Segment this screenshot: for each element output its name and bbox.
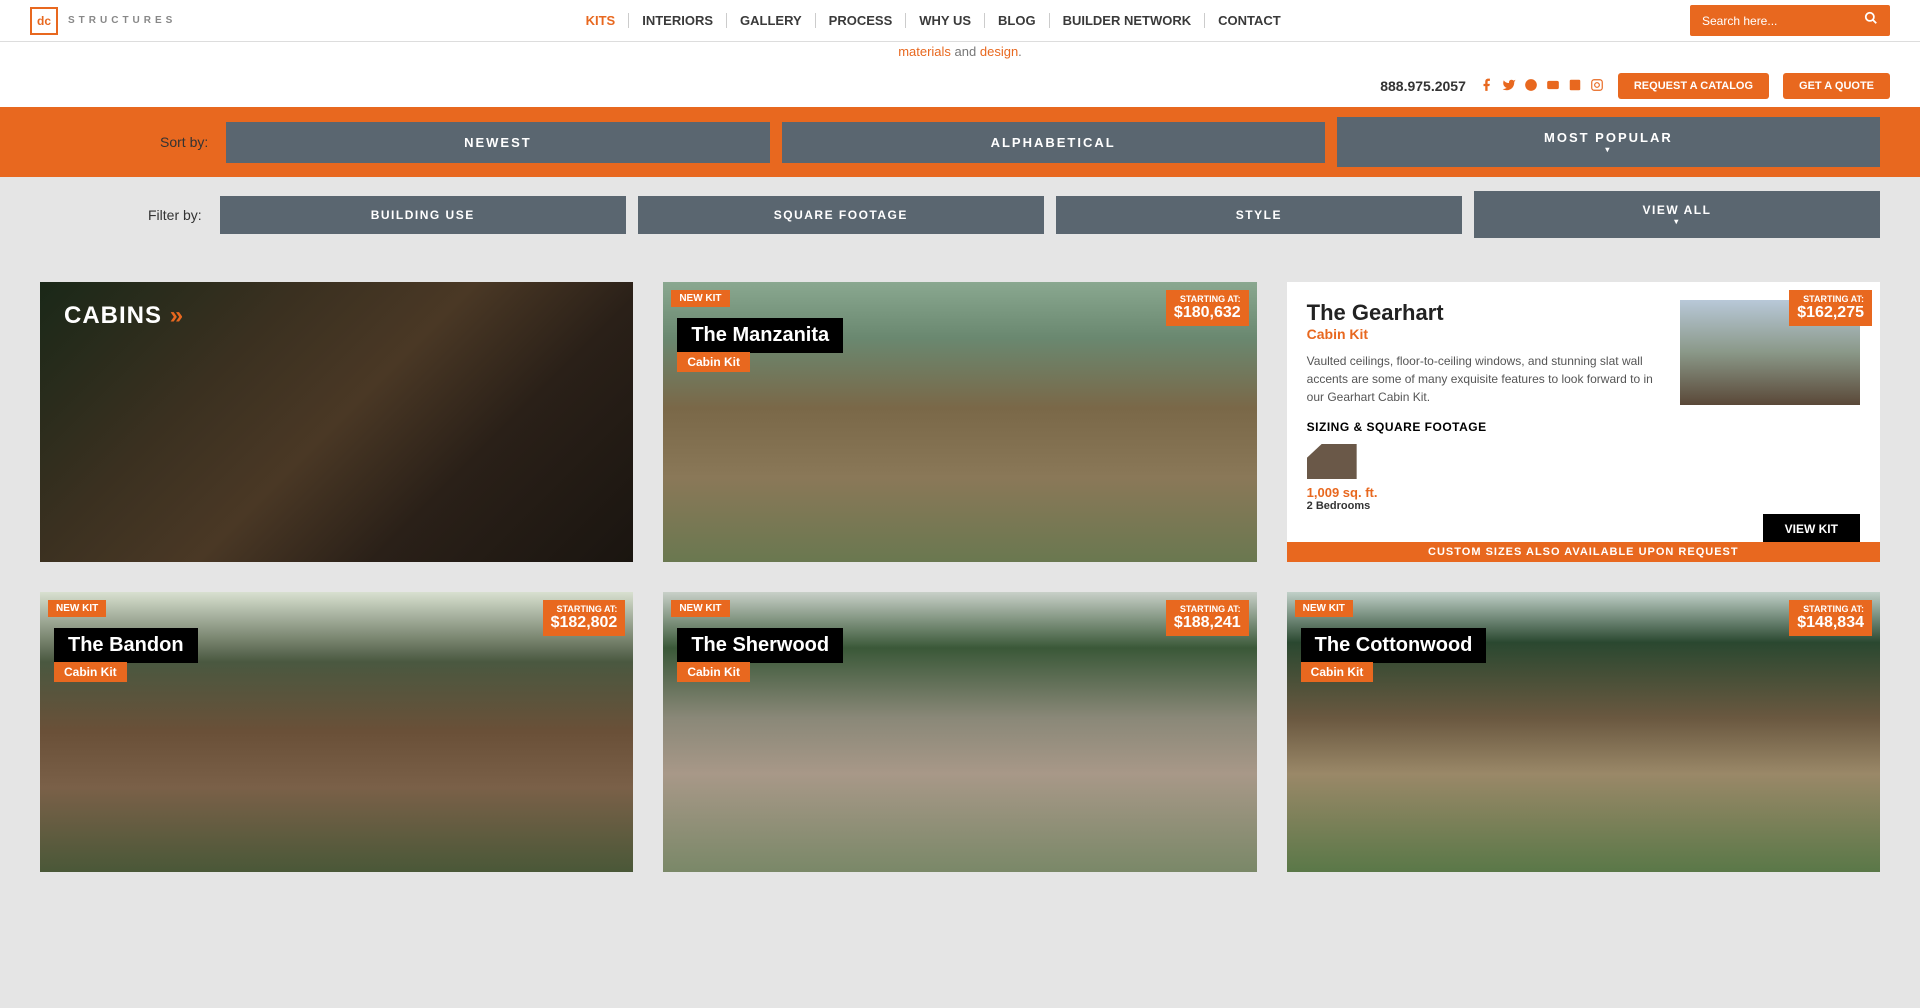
chevron-down-icon: ▾ xyxy=(1337,145,1880,154)
main-nav: KITS INTERIORS GALLERY PROCESS WHY US BL… xyxy=(573,13,1294,28)
price-badge: STARTING AT: $188,241 xyxy=(1166,600,1249,636)
price-badge: STARTING AT: $182,802 xyxy=(543,600,626,636)
youtube-icon[interactable] xyxy=(1546,78,1560,95)
nav-blog[interactable]: BLOG xyxy=(985,13,1050,28)
filter-style[interactable]: STYLE xyxy=(1056,196,1462,234)
kit-detail-gearhart: STARTING AT: $162,275 The Gearhart Cabin… xyxy=(1287,282,1880,562)
header-top: dc STRUCTURES KITS INTERIORS GALLERY PRO… xyxy=(0,0,1920,42)
search-box[interactable] xyxy=(1690,5,1890,36)
linkedin-icon[interactable] xyxy=(1568,78,1582,95)
kit-card-cottonwood[interactable]: NEW KIT STARTING AT: $148,834 The Cotton… xyxy=(1287,592,1880,872)
view-kit-button[interactable]: VIEW KIT xyxy=(1763,514,1860,544)
nav-gallery[interactable]: GALLERY xyxy=(727,13,816,28)
category-card-cabins[interactable]: CABINS » xyxy=(40,282,633,562)
detail-footer-note: CUSTOM SIZES ALSO AVAILABLE UPON REQUEST xyxy=(1287,542,1880,562)
search-input[interactable] xyxy=(1702,14,1864,28)
kit-subtitle: Cabin Kit xyxy=(1301,662,1374,682)
cabin-shape-icon xyxy=(1307,444,1357,479)
new-kit-badge: NEW KIT xyxy=(48,600,106,617)
nav-builder-network[interactable]: BUILDER NETWORK xyxy=(1050,13,1206,28)
twitter-icon[interactable] xyxy=(1502,78,1516,95)
header-sub: 888.975.2057 REQUEST A CATALOG GET A QUO… xyxy=(0,65,1920,107)
nav-kits[interactable]: KITS xyxy=(573,13,630,28)
kit-card-bandon[interactable]: NEW KIT STARTING AT: $182,802 The Bandon… xyxy=(40,592,633,872)
detail-description: Vaulted ceilings, floor-to-ceiling windo… xyxy=(1307,352,1662,406)
get-quote-button[interactable]: GET A QUOTE xyxy=(1783,73,1890,99)
facebook-icon[interactable] xyxy=(1480,78,1494,95)
tagline: materials and design. xyxy=(0,42,1920,65)
logo[interactable]: dc STRUCTURES xyxy=(30,7,176,35)
nav-why-us[interactable]: WHY US xyxy=(906,13,985,28)
detail-section-heading: SIZING & SQUARE FOOTAGE xyxy=(1307,420,1662,434)
request-catalog-button[interactable]: REQUEST A CATALOG xyxy=(1618,73,1769,99)
filter-building-use[interactable]: BUILDING USE xyxy=(220,196,626,234)
tagline-word1: materials xyxy=(898,44,951,59)
kit-title-box: The Bandon xyxy=(54,628,198,663)
new-kit-badge: NEW KIT xyxy=(671,290,729,307)
price-badge: STARTING AT: $180,632 xyxy=(1166,290,1249,326)
detail-subtitle: Cabin Kit xyxy=(1307,326,1662,342)
kit-title-box: The Sherwood xyxy=(677,628,843,663)
detail-title: The Gearhart xyxy=(1307,300,1662,326)
nav-interiors[interactable]: INTERIORS xyxy=(629,13,727,28)
social-links xyxy=(1480,78,1604,95)
kit-subtitle: Cabin Kit xyxy=(677,352,750,372)
sort-bar: Sort by: NEWEST ALPHABETICAL MOST POPULA… xyxy=(0,107,1920,177)
kit-subtitle: Cabin Kit xyxy=(54,662,127,682)
chevron-down-icon: ▾ xyxy=(1474,217,1880,226)
kit-title-box: The Manzanita xyxy=(677,318,843,353)
detail-sqft: 1,009 sq. ft. xyxy=(1307,485,1662,500)
search-icon[interactable] xyxy=(1864,11,1878,30)
instagram-icon[interactable] xyxy=(1590,78,1604,95)
logo-box: dc xyxy=(30,7,58,35)
kit-card-sherwood[interactable]: NEW KIT STARTING AT: $188,241 The Sherwo… xyxy=(663,592,1256,872)
filter-square-footage[interactable]: SQUARE FOOTAGE xyxy=(638,196,1044,234)
kit-grid: CABINS » NEW KIT STARTING AT: $180,632 T… xyxy=(0,252,1920,902)
sort-newest[interactable]: NEWEST xyxy=(226,122,769,163)
new-kit-badge: NEW KIT xyxy=(671,600,729,617)
new-kit-badge: NEW KIT xyxy=(1295,600,1353,617)
sort-alphabetical[interactable]: ALPHABETICAL xyxy=(782,122,1325,163)
price-badge: STARTING AT: $162,275 xyxy=(1789,290,1872,326)
nav-process[interactable]: PROCESS xyxy=(816,13,907,28)
kit-card-manzanita[interactable]: NEW KIT STARTING AT: $180,632 The Manzan… xyxy=(663,282,1256,562)
filter-view-all[interactable]: VIEW ALL▾ xyxy=(1474,191,1880,238)
chevron-right-icon: » xyxy=(170,302,184,329)
logo-text: STRUCTURES xyxy=(68,15,176,26)
tagline-word2: design xyxy=(980,44,1018,59)
kit-subtitle: Cabin Kit xyxy=(677,662,750,682)
sort-label: Sort by: xyxy=(160,134,208,150)
detail-bedrooms: 2 Bedrooms xyxy=(1307,500,1662,512)
sort-most-popular[interactable]: MOST POPULAR▾ xyxy=(1337,117,1880,167)
kit-title-box: The Cottonwood xyxy=(1301,628,1487,663)
filter-bar: Filter by: BUILDING USE SQUARE FOOTAGE S… xyxy=(0,177,1920,252)
category-title: CABINS » xyxy=(64,302,184,330)
phone-number[interactable]: 888.975.2057 xyxy=(1380,78,1466,94)
pinterest-icon[interactable] xyxy=(1524,78,1538,95)
price-badge: STARTING AT: $148,834 xyxy=(1789,600,1872,636)
filter-label: Filter by: xyxy=(148,207,202,223)
nav-contact[interactable]: CONTACT xyxy=(1205,13,1294,28)
